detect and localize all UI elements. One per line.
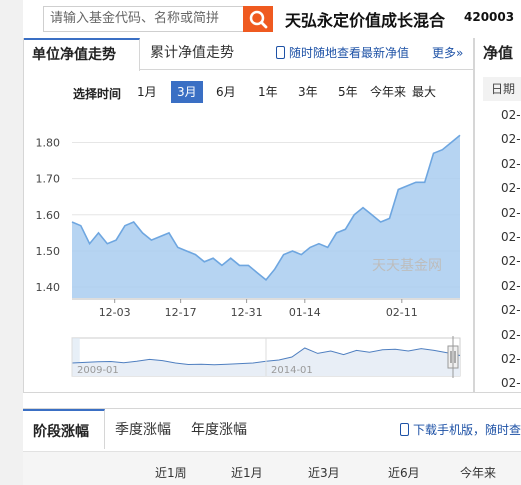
fund-name: 天弘永定价值成长混合 [285,11,446,30]
nav-history-row: 02- [501,156,521,171]
y-tick-label: 1.40 [36,281,61,294]
period-1w: 近1周 [155,466,187,480]
nav-history-header: 日期 [483,77,521,101]
nav-history-row: 02- [501,230,521,244]
nav-history-title: 净值 [483,44,514,62]
search-icon [249,10,268,29]
top-bar: 请输入基金代码、名称或简拼 天弘永定价值成长混合 420003 [23,0,521,38]
tab-period-return[interactable]: 阶段涨幅 [23,409,105,449]
download-app-label: 下载手机版，随时查 [413,423,521,437]
nav-history-row: 02- [501,303,521,318]
phone-icon [400,423,409,436]
left-gutter [0,0,23,485]
search-button[interactable] [243,6,273,32]
tab-quarter-return[interactable]: 季度涨幅 [115,409,171,449]
search-input[interactable]: 请输入基金代码、名称或简拼 [43,6,243,32]
nav-history-row: 02- [501,327,521,342]
nav-chart: 1.40 1.50 1.60 1.70 1.80 12-03 12-17 12-31 01-14… [36,134,461,378]
fund-code: 420003 [464,10,515,24]
x-tick-label: 01-14 [289,306,321,319]
period-6m: 近6月 [388,466,420,480]
download-app-link[interactable]: 下载手机版，随时查 [400,409,521,449]
nav-history-row: 02- [501,254,521,269]
nav-history-row: 02- [501,181,521,196]
tab-annual-return[interactable]: 年度涨幅 [191,409,247,449]
period-3m: 近3月 [308,466,340,480]
x-tick-label: 02-11 [386,306,418,319]
y-tick-label: 1.60 [36,209,61,222]
navigator-label: 2009-01 [77,365,119,376]
fund-page: 请输入基金代码、名称或简拼 天弘永定价值成长混合 420003 单位净值走势 累… [0,0,521,485]
nav-history-row: 02- [501,108,521,122]
x-tick-label: 12-17 [165,306,197,319]
nav-history-panel: 净值 日期 02- 02- 02- 02- 02- 02- 02- 02- 02- 02- 02- 0… [474,38,521,393]
period-1m: 近1月 [231,466,263,480]
watermark: 天天基金网 [372,257,442,274]
performance-section: 阶段涨幅 季度涨幅 年度涨幅 下载手机版，随时查 近1周 近1月 近3月 近6月… [23,408,521,485]
y-tick-label: 1.70 [36,173,61,186]
x-tick-label: 12-03 [99,306,131,319]
nav-history-row: 02- [501,132,521,147]
nav-history-row: 02- [501,352,521,366]
nav-history-row: 02- [501,376,521,391]
x-tick-label: 12-31 [231,306,263,319]
y-tick-label: 1.50 [36,245,61,258]
navigator-label: 2014-01 [271,365,313,376]
nav-history-row: 02- [501,205,521,220]
period-ytd: 今年来 [460,466,497,480]
period-header-row: 近1周 近1月 近3月 近6月 今年来 [23,451,521,485]
nav-history-row: 02- [501,278,521,293]
y-tick-label: 1.80 [36,136,61,149]
